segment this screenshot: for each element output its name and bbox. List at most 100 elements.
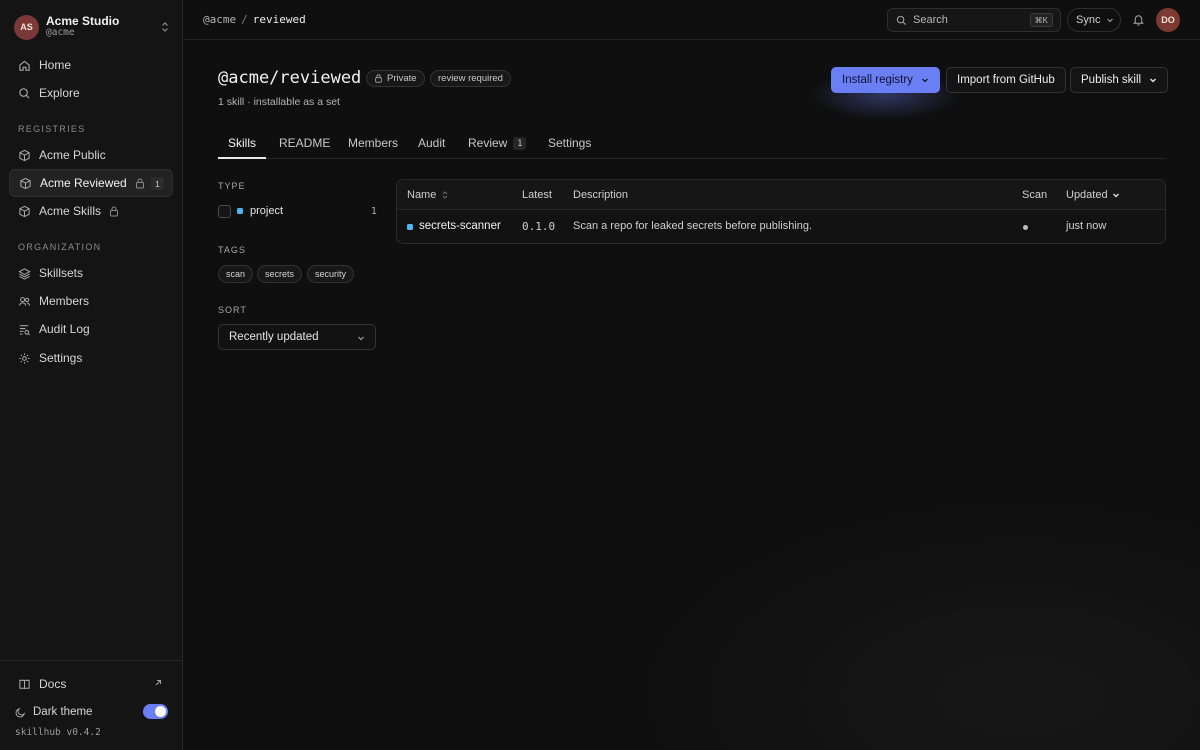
tab-label: Settings	[548, 136, 592, 150]
project-type-dot	[237, 208, 243, 214]
topbar: @acme / reviewed ⌘K Sync DO	[183, 0, 1200, 40]
workspace-handle: @acme	[46, 27, 75, 39]
column-latest: Latest	[522, 189, 552, 201]
tag-chip[interactable]: scan	[218, 265, 254, 283]
tab-label: Review	[468, 136, 508, 150]
chevron-down-icon	[1112, 193, 1119, 198]
chevron-up-down-icon	[162, 22, 168, 32]
workspace-avatar: AS	[14, 14, 39, 40]
package-icon	[19, 205, 30, 217]
sidebar-item-label: Home	[39, 58, 72, 72]
project-type-dot	[407, 224, 413, 230]
breadcrumb-separator: /	[241, 13, 248, 26]
sidebar-item-label: Acme Skills	[39, 204, 102, 218]
dark-theme-toggle[interactable]	[143, 704, 168, 719]
private-badge: Private	[366, 70, 425, 87]
search-icon	[19, 87, 30, 99]
skill-name[interactable]: secrets-scanner	[419, 220, 501, 232]
tab-settings[interactable]: Settings	[548, 128, 591, 159]
column-updated[interactable]: Updated	[1066, 189, 1120, 201]
sidebar-item-label: Acme Public	[39, 148, 106, 162]
tab-label: Audit	[418, 136, 446, 150]
install-registry-button[interactable]: Install registry	[831, 67, 940, 93]
sidebar-item-members[interactable]: Members	[9, 287, 173, 315]
bell-icon[interactable]	[1132, 13, 1145, 26]
search-input[interactable]	[913, 14, 1023, 26]
sync-button[interactable]: Sync	[1067, 8, 1121, 32]
column-name[interactable]: Name	[407, 189, 449, 201]
review-count-badge: 1	[513, 137, 527, 150]
lock-icon	[135, 178, 144, 188]
tab-review[interactable]: Review 1	[468, 128, 527, 159]
user-avatar[interactable]: DO	[1156, 8, 1180, 32]
tab-label: README	[279, 136, 331, 150]
breadcrumb-current: reviewed	[252, 13, 306, 26]
theme-label: Dark theme	[33, 706, 93, 718]
background-glow	[600, 480, 1200, 750]
sidebar-item-label: Members	[39, 294, 90, 308]
book-icon	[19, 679, 30, 689]
app-version: skillhub v0.4.2	[15, 727, 101, 738]
theme-toggle-row: Dark theme	[15, 704, 168, 720]
tab-members[interactable]: Members	[348, 128, 398, 159]
sidebar-item-acme-public[interactable]: Acme Public	[9, 141, 173, 169]
type-project-checkbox[interactable]	[218, 205, 231, 218]
sort-icon	[442, 191, 448, 199]
skill-version: 0.1.0	[522, 220, 556, 233]
sidebar-item-audit-log[interactable]: Audit Log	[9, 315, 173, 343]
sidebar-item-skillsets[interactable]: Skillsets	[9, 259, 173, 287]
chevron-down-icon	[921, 78, 928, 83]
workspace-name: Acme Studio	[46, 13, 120, 28]
publish-label: Publish skill	[1081, 74, 1142, 86]
tag-chip[interactable]: secrets	[257, 265, 303, 283]
private-badge-label: Private	[387, 73, 417, 84]
audit-log-icon	[19, 324, 30, 335]
tag-chip[interactable]: security	[307, 265, 355, 283]
lock-icon	[375, 74, 382, 83]
import-label: Import from GitHub	[957, 74, 1055, 86]
skills-table: Name Latest Description Scan Updated sec…	[396, 179, 1166, 244]
tab-audit[interactable]: Audit	[418, 128, 445, 159]
workspace-switcher[interactable]: AS Acme Studio @acme	[14, 13, 170, 41]
sidebar-item-explore[interactable]: Explore	[9, 79, 173, 107]
search-box[interactable]: ⌘K	[887, 8, 1061, 32]
sidebar-item-docs[interactable]: Docs	[9, 670, 173, 698]
sidebar-item-label: Settings	[39, 351, 83, 365]
sidebar-item-home[interactable]: Home	[9, 51, 173, 79]
page-subtitle: 1 skill · installable as a set	[218, 96, 340, 108]
sidebar-item-label: Explore	[39, 86, 80, 100]
sidebar-item-settings[interactable]: Settings	[9, 344, 173, 372]
search-icon	[896, 15, 907, 25]
page-title: @acme/reviewed	[218, 68, 362, 88]
external-link-icon	[155, 679, 162, 686]
layers-icon	[18, 267, 31, 280]
type-project-label[interactable]: project	[250, 205, 283, 217]
search-shortcut: ⌘K	[1029, 13, 1053, 27]
review-required-badge: review required	[430, 70, 511, 87]
tags-filter-heading: TAGS	[218, 245, 246, 255]
column-description: Description	[573, 189, 629, 201]
package-icon	[19, 149, 30, 161]
tab-skills[interactable]: Skills	[218, 128, 267, 159]
gear-icon	[19, 352, 30, 364]
package-icon	[20, 177, 31, 189]
sidebar-item-label: Acme Reviewed	[40, 176, 127, 190]
column-name-label: Name	[407, 189, 437, 201]
type-filter-heading: TYPE	[218, 181, 246, 191]
sidebar-item-acme-reviewed[interactable]: Acme Reviewed 1	[9, 169, 173, 197]
import-from-github-button[interactable]: Import from GitHub	[946, 67, 1066, 93]
sort-select[interactable]: Recently updated	[218, 324, 376, 350]
skill-updated: just now	[1066, 220, 1107, 232]
sidebar-item-acme-skills[interactable]: Acme Skills	[9, 197, 173, 225]
tab-readme[interactable]: README	[279, 128, 330, 159]
tab-label: Members	[348, 136, 399, 150]
table-row[interactable]: secrets-scanner 0.1.0 Scan a repo for le…	[397, 211, 1165, 243]
tab-label: Skills	[228, 136, 257, 150]
type-project-count: 1	[371, 206, 377, 217]
breadcrumb-parent[interactable]: @acme	[203, 13, 236, 26]
sync-label: Sync	[1076, 14, 1101, 26]
sort-select-value: Recently updated	[229, 331, 319, 343]
publish-skill-button[interactable]: Publish skill	[1070, 67, 1169, 93]
registries-heading: REGISTRIES	[18, 124, 86, 134]
skill-description: Scan a repo for leaked secrets before pu…	[573, 220, 813, 232]
